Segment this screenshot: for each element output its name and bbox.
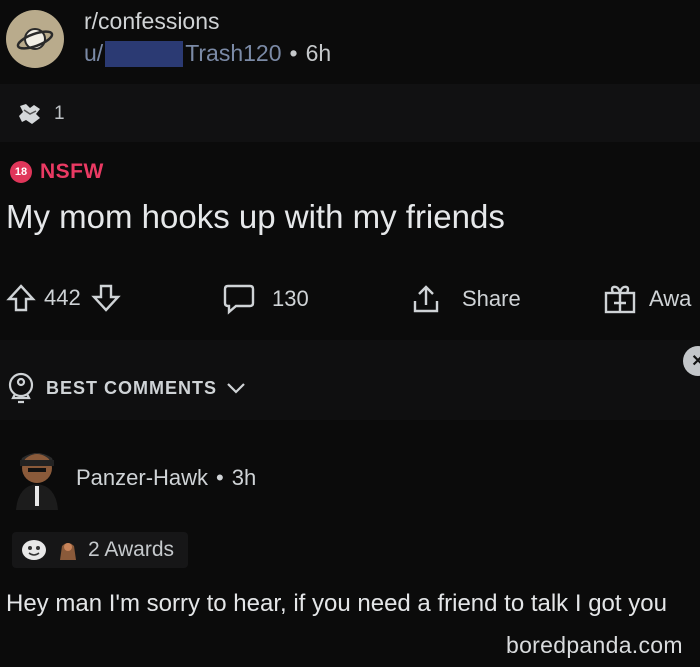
comment-age: 3h <box>231 465 257 490</box>
username[interactable]: Trash120 <box>185 40 281 67</box>
share-button[interactable]: Share <box>410 283 521 315</box>
comment-bubble-icon <box>223 284 255 315</box>
wholesome-award-icon <box>22 540 46 560</box>
award-count: 1 <box>54 103 65 124</box>
award-hands-icon <box>19 104 40 124</box>
commenter-avatar[interactable] <box>6 440 68 512</box>
post-awards[interactable]: 1 <box>16 102 65 126</box>
comment-meta: Panzer-Hawk • 3h <box>76 465 256 491</box>
nsfw-label: NSFW <box>40 160 104 183</box>
comment-author[interactable]: Panzer-Hawk <box>76 465 208 491</box>
separator-dot: • <box>216 465 224 490</box>
nsfw-tag: 18 NSFW <box>10 160 104 184</box>
award-label: Awa <box>649 286 692 311</box>
post-title[interactable]: My mom hooks up with my friends <box>6 198 505 236</box>
sort-rocket-icon <box>8 372 34 404</box>
downvote-icon[interactable] <box>90 283 121 313</box>
separator-dot: • <box>289 40 298 66</box>
post-age: 6h <box>305 40 332 66</box>
nsfw-18-icon: 18 <box>10 161 32 183</box>
share-icon <box>413 285 439 313</box>
planet-icon <box>16 28 54 50</box>
award-band <box>0 84 700 142</box>
helpful-award-icon <box>60 543 76 560</box>
comment-awards[interactable]: 2 Awards <box>12 532 188 568</box>
sort-dropdown[interactable]: BEST COMMENTS <box>6 368 247 408</box>
subreddit-name[interactable]: r/confessions <box>84 8 220 35</box>
comment-awards-label: 2 Awards <box>88 538 174 561</box>
award-button[interactable]: Awa <box>603 283 691 315</box>
subreddit-avatar[interactable] <box>6 10 64 68</box>
post-author-line: u/ Trash120 • 6h <box>84 40 331 67</box>
chevron-down-icon <box>227 383 245 394</box>
comment-count: 130 <box>272 286 309 311</box>
upvote-icon[interactable] <box>6 283 36 313</box>
sort-label: BEST COMMENTS <box>46 377 218 398</box>
comments-button[interactable]: 130 <box>222 283 309 315</box>
vote-controls: 442 <box>6 283 121 313</box>
username-prefix[interactable]: u/ <box>84 40 103 67</box>
gift-icon <box>604 285 636 314</box>
watermark: boredpanda.com <box>506 632 683 658</box>
username-redaction <box>105 40 184 67</box>
share-label: Share <box>462 286 521 311</box>
comment-body: Hey man I'm sorry to hear, if you need a… <box>6 590 667 617</box>
vote-score: 442 <box>44 285 81 310</box>
